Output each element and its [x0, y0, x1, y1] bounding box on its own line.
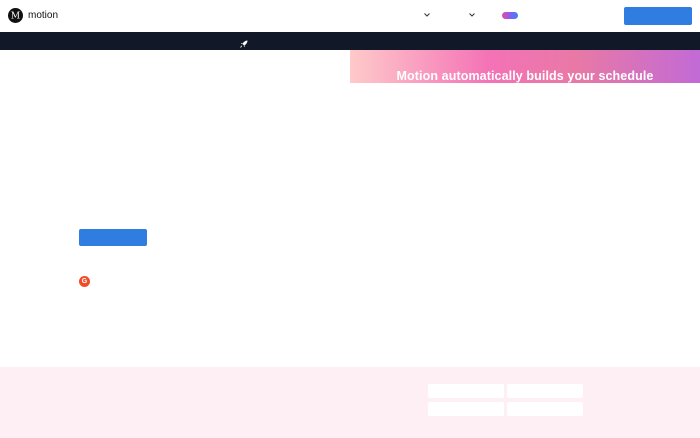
brand-name: motion	[28, 10, 59, 21]
gradient-pill-badge[interactable]	[502, 12, 518, 19]
hero-banner: Motion automatically builds your schedul…	[350, 50, 700, 83]
feature-card[interactable]	[428, 384, 504, 398]
motion-logo-icon: M	[8, 8, 23, 23]
feature-card[interactable]	[507, 402, 583, 416]
chevron-down-icon[interactable]	[422, 10, 432, 20]
logo[interactable]: M motion	[8, 8, 58, 23]
page: M motion Motion automatically builds you…	[0, 0, 700, 438]
feature-card[interactable]	[428, 402, 504, 416]
hero-cta-button[interactable]	[79, 229, 147, 246]
header-cta-button[interactable]	[624, 7, 692, 25]
svg-text:M: M	[11, 12, 20, 22]
rocket-icon	[239, 36, 249, 48]
announcement-bar[interactable]	[0, 32, 700, 50]
chevron-down-icon[interactable]	[467, 10, 477, 20]
bottom-section	[0, 367, 700, 438]
g2-review-icon: G	[79, 276, 90, 287]
hero-banner-title: Motion automatically builds your schedul…	[396, 69, 654, 83]
top-nav: M motion	[0, 0, 700, 32]
feature-card[interactable]	[507, 384, 583, 398]
